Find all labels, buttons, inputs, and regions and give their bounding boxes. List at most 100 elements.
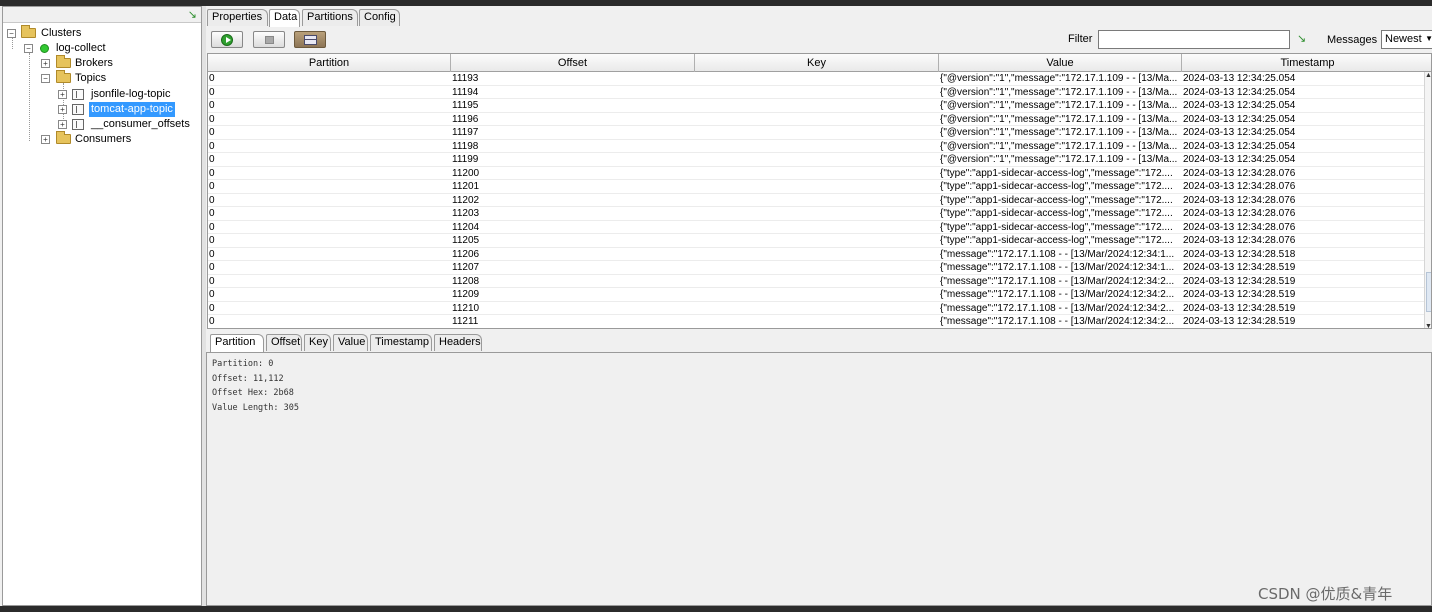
start-button[interactable] bbox=[211, 31, 243, 48]
table-cell-offset: 11193 bbox=[452, 73, 479, 84]
apply-filter-icon[interactable]: ↘ bbox=[1297, 32, 1306, 45]
table-cell-timestamp: 2024-03-13 12:34:28.519 bbox=[1183, 275, 1296, 287]
scroll-down-icon[interactable]: ▼ bbox=[1425, 323, 1431, 328]
table-row[interactable]: 0 11209 {"message":"172.17.1.108 - - [13/M… bbox=[208, 288, 1425, 302]
detail-offset-hex: Offset Hex: 2b68 bbox=[212, 388, 294, 398]
table-cell-value: {"type":"app1-sidecar-access-log","messa… bbox=[940, 208, 1173, 219]
tab-partitions[interactable]: Partitions bbox=[302, 9, 358, 26]
table-cell-partition: 0 bbox=[209, 262, 215, 273]
table-cell-partition: 0 bbox=[209, 127, 215, 138]
table-row[interactable]: 0 11193 {"@version":"1","message":"172.17.… bbox=[208, 72, 1425, 86]
table-row[interactable]: 0 11205 {"type":"app1-sidecar-access-log",… bbox=[208, 234, 1425, 248]
detail-tab-headers[interactable]: Headers bbox=[434, 334, 482, 351]
table-cell-offset: 11202 bbox=[452, 194, 480, 206]
scroll-up-icon[interactable]: ▲ bbox=[1425, 72, 1431, 79]
detail-value-length: Value Length: 305 bbox=[212, 403, 299, 413]
folder-icon bbox=[56, 131, 71, 144]
detail-tab-key[interactable]: Key bbox=[304, 334, 331, 351]
table-row[interactable]: 0 11211 {"message":"172.17.1.108 - - [13/M… bbox=[208, 315, 1425, 328]
column-header-partition[interactable]: Partition bbox=[208, 54, 451, 72]
expand-icon[interactable]: + bbox=[58, 90, 67, 99]
table-cell-partition: 0 bbox=[209, 275, 215, 287]
detail-tab-partition[interactable]: Partition bbox=[210, 334, 264, 352]
table-row[interactable]: 0 11206 {"message":"172.17.1.108 - - [13/M… bbox=[208, 248, 1425, 261]
tree-label: Clusters bbox=[41, 27, 82, 39]
table-cell-offset: 11211 bbox=[452, 316, 479, 327]
collapse-icon[interactable]: − bbox=[41, 74, 50, 83]
table-cell-offset: 11203 bbox=[452, 208, 480, 219]
tab-config[interactable]: Config bbox=[359, 9, 400, 26]
layout-toggle-button[interactable] bbox=[294, 31, 326, 48]
table-cell-partition: 0 bbox=[209, 316, 215, 327]
expand-icon[interactable]: + bbox=[41, 59, 50, 68]
table-cell-timestamp: 2024-03-13 12:34:28.519 bbox=[1183, 262, 1296, 273]
table-cell-timestamp: 2024-03-13 12:34:28.076 bbox=[1183, 194, 1296, 206]
table-cell-value: {"message":"172.17.1.108 - - [13/Mar/202… bbox=[940, 316, 1175, 327]
column-header-value[interactable]: Value bbox=[939, 54, 1182, 72]
table-row[interactable]: 0 11199 {"@version":"1","message":"172.17.… bbox=[208, 153, 1425, 167]
table-row[interactable]: 0 11202 {"type":"app1-sidecar-access-log",… bbox=[208, 194, 1425, 207]
table-cell-offset: 11196 bbox=[452, 113, 479, 125]
table-cell-partition: 0 bbox=[209, 181, 215, 192]
tree-label: jsonfile-log-topic bbox=[91, 88, 171, 100]
chevron-down-icon: ▼ bbox=[1425, 34, 1432, 43]
topic-icon bbox=[72, 89, 84, 100]
table-scrollbar[interactable]: ▲ ▼ bbox=[1424, 72, 1431, 328]
table-row[interactable]: 0 11207 {"message":"172.17.1.108 - - [13/M… bbox=[208, 261, 1425, 275]
table-row[interactable]: 0 11194 {"@version":"1","message":"172.17.… bbox=[208, 86, 1425, 99]
tab-properties[interactable]: Properties bbox=[207, 9, 268, 26]
tab-data[interactable]: Data bbox=[269, 9, 300, 27]
table-cell-value: {"type":"app1-sidecar-access-log","messa… bbox=[940, 167, 1173, 179]
folder-open-icon bbox=[21, 25, 36, 38]
collapse-arrow-icon[interactable]: ↘ bbox=[188, 8, 197, 21]
table-row[interactable]: 0 11210 {"message":"172.17.1.108 - - [13/M… bbox=[208, 302, 1425, 315]
bottom-window-bar bbox=[0, 606, 1432, 612]
detail-tab-timestamp[interactable]: Timestamp bbox=[370, 334, 432, 351]
table-cell-offset: 11201 bbox=[452, 181, 480, 192]
tree-connector bbox=[29, 53, 30, 141]
table-row[interactable]: 0 11208 {"message":"172.17.1.108 - - [13/M… bbox=[208, 275, 1425, 288]
table-cell-partition: 0 bbox=[209, 289, 215, 300]
table-cell-offset: 11207 bbox=[452, 262, 480, 273]
table-row[interactable]: 0 11195 {"@version":"1","message":"172.17.… bbox=[208, 99, 1425, 113]
table-cell-offset: 11199 bbox=[452, 154, 479, 165]
table-cell-offset: 11197 bbox=[452, 127, 479, 138]
table-row[interactable]: 0 11203 {"type":"app1-sidecar-access-log",… bbox=[208, 207, 1425, 221]
table-cell-timestamp: 2024-03-13 12:34:25.054 bbox=[1183, 127, 1296, 138]
detail-offset: Offset: 11,112 bbox=[212, 374, 284, 384]
messages-table: Partition Offset Key Value Timestamp 0 11… bbox=[207, 53, 1432, 329]
table-row[interactable]: 0 11204 {"type":"app1-sidecar-access-log",… bbox=[208, 221, 1425, 234]
table-row[interactable]: 0 11201 {"type":"app1-sidecar-access-log",… bbox=[208, 180, 1425, 194]
collapse-icon[interactable]: − bbox=[7, 29, 16, 38]
expand-icon[interactable]: + bbox=[58, 105, 67, 114]
column-header-timestamp[interactable]: Timestamp bbox=[1182, 54, 1431, 72]
expand-icon[interactable]: + bbox=[41, 135, 50, 144]
column-header-offset[interactable]: Offset bbox=[451, 54, 695, 72]
stop-button[interactable] bbox=[253, 31, 285, 48]
top-window-bar bbox=[0, 0, 1432, 6]
topic-icon bbox=[72, 104, 84, 115]
scrollbar-thumb[interactable] bbox=[1426, 272, 1431, 312]
cluster-tree-panel: ↘ − Clusters − log-collect + Brokers − T… bbox=[2, 6, 202, 606]
table-cell-value: {"message":"172.17.1.108 - - [13/Mar/202… bbox=[940, 289, 1175, 300]
table-row[interactable]: 0 11197 {"@version":"1","message":"172.17.… bbox=[208, 126, 1425, 140]
table-cell-timestamp: 2024-03-13 12:34:25.054 bbox=[1183, 140, 1296, 152]
messages-select[interactable]: Newest ▼ bbox=[1381, 30, 1432, 49]
table-row[interactable]: 0 11200 {"type":"app1-sidecar-access-log",… bbox=[208, 167, 1425, 180]
expand-icon[interactable]: + bbox=[58, 120, 67, 129]
detail-tab-offset[interactable]: Offset bbox=[266, 334, 302, 351]
collapse-icon[interactable]: − bbox=[24, 44, 33, 53]
table-cell-timestamp: 2024-03-13 12:34:28.076 bbox=[1183, 167, 1296, 179]
column-header-key[interactable]: Key bbox=[695, 54, 939, 72]
tree-header: ↘ bbox=[3, 7, 201, 23]
folder-icon bbox=[56, 55, 71, 68]
table-cell-partition: 0 bbox=[209, 100, 215, 111]
table-row[interactable]: 0 11198 {"@version":"1","message":"172.17.… bbox=[208, 140, 1425, 153]
table-cell-partition: 0 bbox=[209, 140, 215, 152]
table-cell-value: {"type":"app1-sidecar-access-log","messa… bbox=[940, 181, 1173, 192]
stop-icon bbox=[265, 36, 274, 44]
table-row[interactable]: 0 11196 {"@version":"1","message":"172.17.… bbox=[208, 113, 1425, 126]
detail-tab-value[interactable]: Value bbox=[333, 334, 368, 351]
table-cell-timestamp: 2024-03-13 12:34:25.054 bbox=[1183, 86, 1296, 98]
filter-input[interactable] bbox=[1098, 30, 1290, 49]
